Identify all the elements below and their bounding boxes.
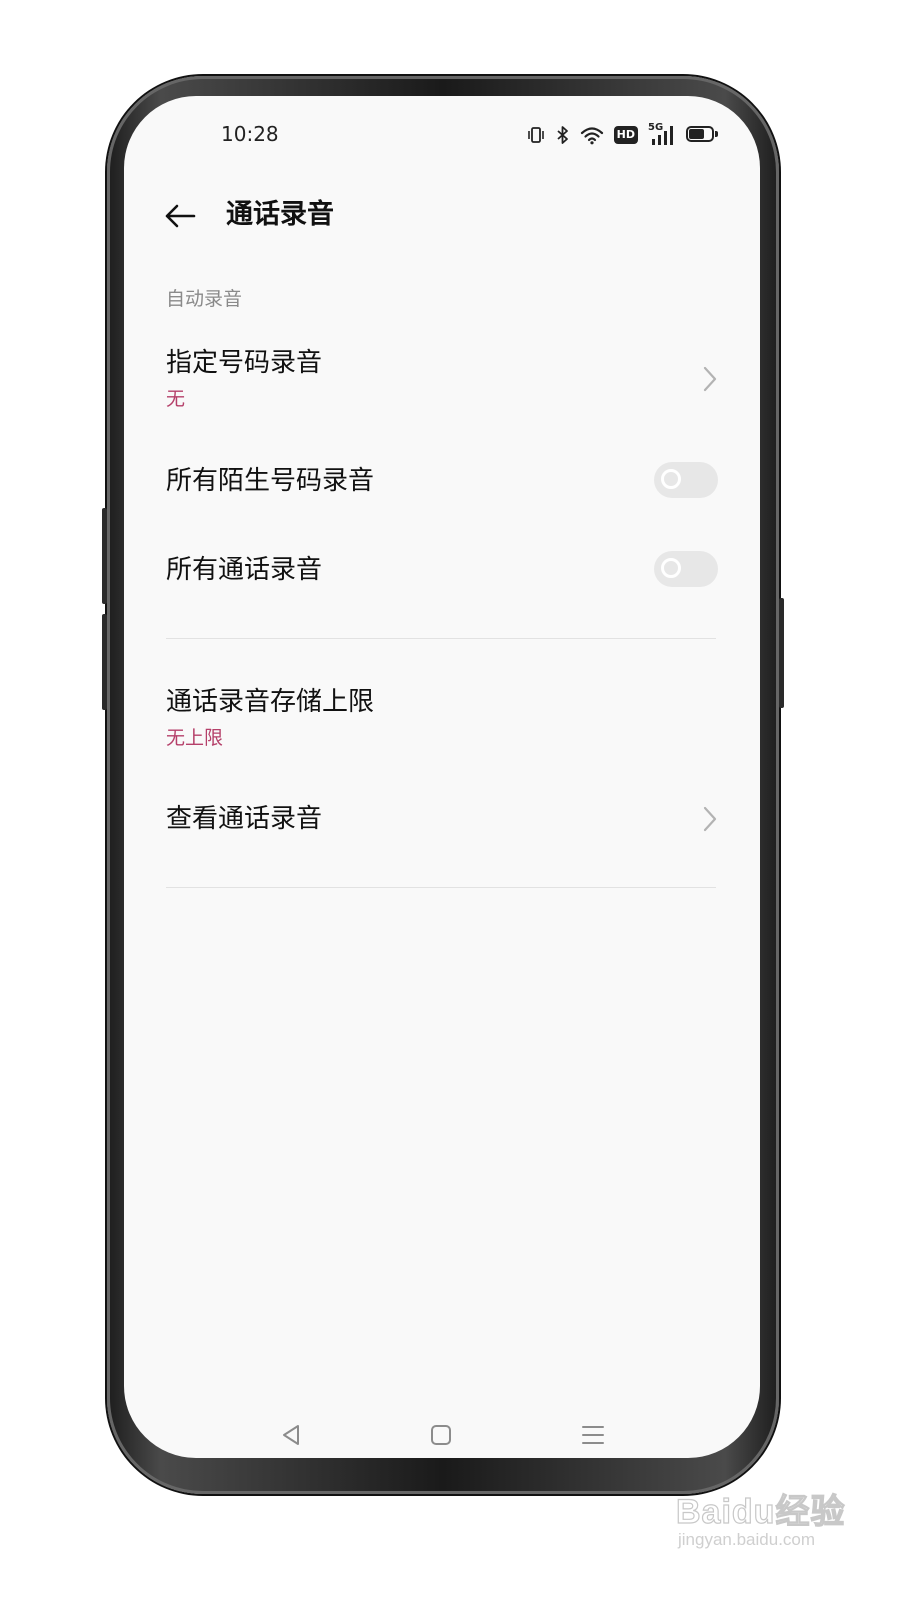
bluetooth-icon: [556, 125, 570, 145]
unknown-numbers-title: 所有陌生号码录音: [166, 466, 375, 496]
watermark-url: jingyan.baidu.com: [678, 1530, 816, 1549]
specified-numbers-value: 无: [166, 388, 186, 410]
watermark-logo: Baidu经验: [675, 1492, 846, 1531]
section-label-auto-record: 自动录音: [166, 288, 243, 310]
hd-icon: HD: [613, 126, 638, 144]
battery-level: [689, 129, 704, 139]
back-button[interactable]: [160, 196, 200, 236]
status-time: 10:28: [221, 122, 279, 146]
menu-lines-icon: [582, 1426, 604, 1444]
unknown-numbers-row: 所有陌生号码录音: [166, 462, 718, 500]
specified-numbers-title: 指定号码录音: [166, 348, 323, 378]
back-arrow-icon: [165, 204, 196, 228]
chevron-right-icon: [698, 364, 722, 394]
battery-icon: [686, 126, 720, 144]
nav-menu-button[interactable]: [578, 1420, 608, 1450]
navigation-bar: [124, 1398, 760, 1458]
page: 10:28 HD 5G 通话录音 自动录音 指定号码录音 无 所有陌生号码录音 …: [0, 0, 900, 1600]
view-recordings-title: 查看通话录音: [166, 804, 323, 834]
back-triangle-icon: [283, 1425, 299, 1445]
view-recordings-row[interactable]: 查看通话录音: [166, 802, 718, 838]
specified-numbers-row[interactable]: 指定号码录音 无: [166, 346, 718, 420]
volume-down-button: [102, 614, 107, 710]
phone-screen: 10:28 HD 5G 通话录音 自动录音 指定号码录音 无 所有陌生号码录音 …: [124, 96, 760, 1458]
5g-signal-icon: 5G: [648, 122, 676, 146]
vibrate-icon: [526, 125, 546, 145]
page-title: 通话录音: [226, 199, 334, 230]
chevron-right-icon: [698, 804, 722, 834]
volume-up-button: [102, 508, 107, 604]
baidu-watermark: Baidu经验 jingyan.baidu.com: [675, 1482, 856, 1562]
unknown-numbers-toggle[interactable]: [654, 462, 718, 498]
all-calls-toggle[interactable]: [654, 551, 718, 587]
storage-limit-title: 通话录音存储上限: [166, 687, 375, 717]
storage-limit-value: 无上限: [166, 727, 224, 749]
status-icons: HD 5G: [526, 122, 720, 146]
toggle-knob: [661, 558, 681, 578]
toggle-knob: [661, 469, 681, 489]
all-calls-row: 所有通话录音: [166, 551, 718, 589]
divider: [166, 887, 716, 888]
nav-back-button[interactable]: [276, 1420, 306, 1450]
nav-home-button[interactable]: [426, 1420, 456, 1450]
storage-limit-row[interactable]: 通话录音存储上限 无上限: [166, 685, 718, 759]
home-square-icon: [431, 1425, 451, 1445]
all-calls-title: 所有通话录音: [166, 555, 323, 585]
divider: [166, 638, 716, 639]
wifi-icon: [580, 125, 604, 145]
power-button: [779, 598, 784, 708]
